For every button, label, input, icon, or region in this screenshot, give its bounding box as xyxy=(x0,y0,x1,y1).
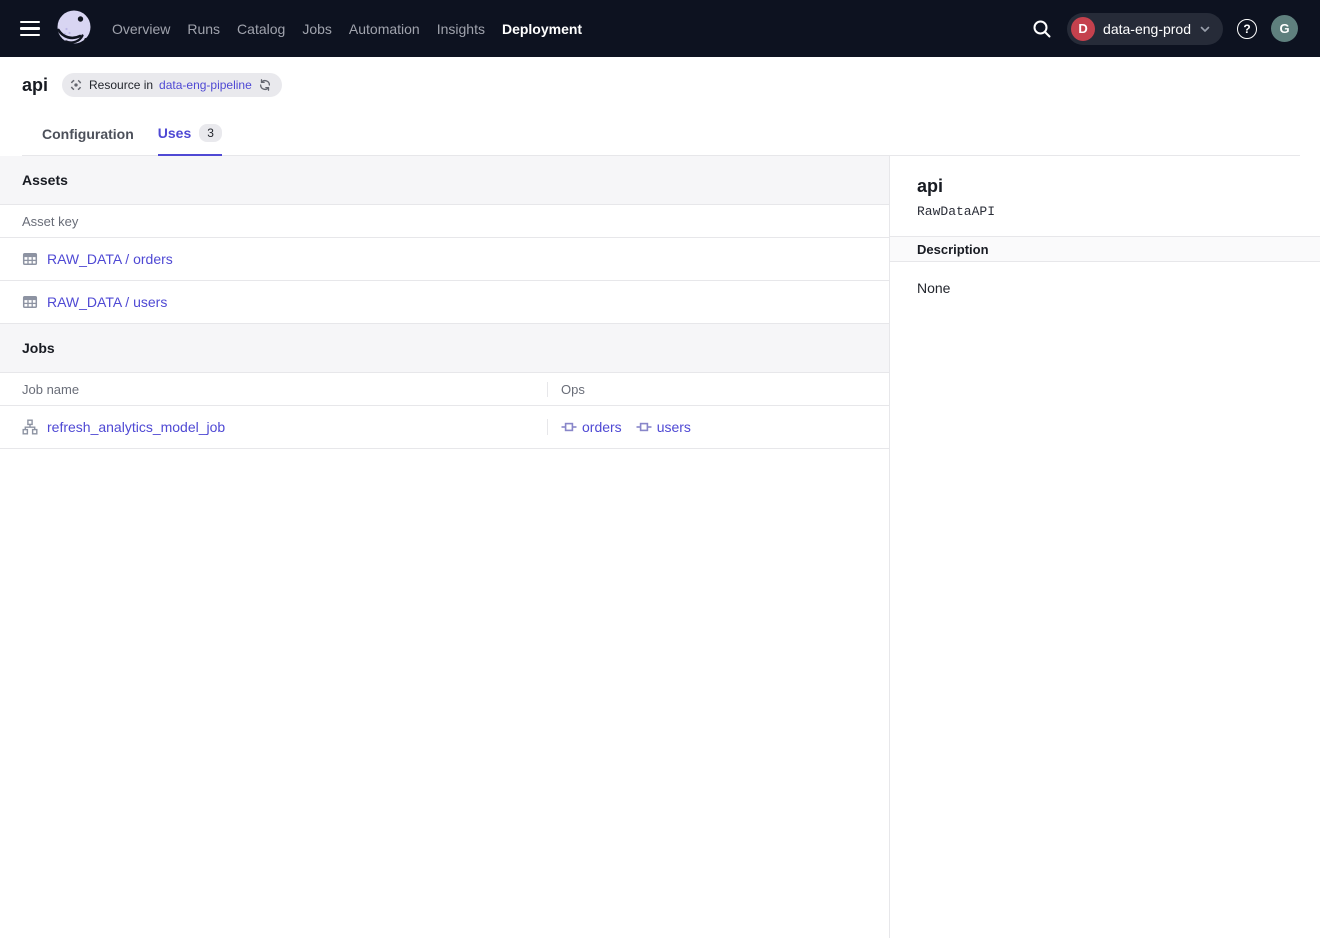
nav-item-overview[interactable]: Overview xyxy=(112,21,170,37)
table-row: refresh_analytics_model_job orders xyxy=(0,406,889,449)
assets-section-title: Assets xyxy=(22,172,68,188)
user-avatar[interactable]: G xyxy=(1271,15,1298,42)
op-link[interactable]: orders xyxy=(582,419,622,435)
resource-icon xyxy=(69,78,83,92)
dagster-logo[interactable] xyxy=(54,7,94,51)
op-link[interactable]: users xyxy=(657,419,691,435)
table-icon xyxy=(22,251,38,267)
help-icon[interactable]: ? xyxy=(1237,19,1257,39)
asset-key-column-header: Asset key xyxy=(0,214,78,229)
description-section-header: Description xyxy=(890,236,1320,262)
uses-count-badge: 3 xyxy=(199,124,222,142)
table-row: RAW_DATA / users xyxy=(0,281,889,324)
primary-nav-links: Overview Runs Catalog Jobs Automation In… xyxy=(112,21,582,37)
top-nav: Overview Runs Catalog Jobs Automation In… xyxy=(0,0,1320,57)
job-name-column-header: Job name xyxy=(0,382,547,397)
hamburger-menu-icon[interactable] xyxy=(20,21,40,36)
uses-panel: Assets Asset key RAW_DATA / orders xyxy=(0,156,890,938)
resource-context-badge: Resource in data-eng-pipeline xyxy=(62,73,282,97)
job-sitemap-icon xyxy=(22,419,38,435)
tab-uses-label: Uses xyxy=(158,125,191,141)
resource-detail-sidebar: api RawDataAPI Description None xyxy=(890,156,1320,938)
description-value: None xyxy=(890,262,1320,296)
nav-item-insights[interactable]: Insights xyxy=(437,21,485,37)
nav-item-catalog[interactable]: Catalog xyxy=(237,21,285,37)
table-icon xyxy=(22,294,38,310)
assets-section-header: Assets xyxy=(0,156,889,205)
jobs-section-title: Jobs xyxy=(22,340,55,356)
jobs-column-header-row: Job name Ops xyxy=(0,373,889,406)
op-chip: orders xyxy=(561,419,622,435)
nav-item-deployment[interactable]: Deployment xyxy=(502,21,582,37)
asset-link[interactable]: RAW_DATA / orders xyxy=(47,251,173,267)
nav-item-automation[interactable]: Automation xyxy=(349,21,420,37)
tab-bar: Configuration Uses 3 xyxy=(22,115,1300,156)
asset-link[interactable]: RAW_DATA / users xyxy=(47,294,167,310)
deployment-switcher-label: data-eng-prod xyxy=(1103,21,1191,37)
description-label: Description xyxy=(917,242,989,257)
reload-icon[interactable] xyxy=(258,78,272,92)
resource-badge-text: Resource in xyxy=(89,78,153,92)
tab-configuration[interactable]: Configuration xyxy=(42,126,134,156)
table-row: RAW_DATA / orders xyxy=(0,238,889,281)
assets-column-header-row: Asset key xyxy=(0,205,889,238)
nav-item-runs[interactable]: Runs xyxy=(187,21,220,37)
job-link[interactable]: refresh_analytics_model_job xyxy=(47,419,225,435)
sidebar-resource-type: RawDataAPI xyxy=(917,204,1296,219)
code-location-link[interactable]: data-eng-pipeline xyxy=(159,78,252,92)
nav-item-jobs[interactable]: Jobs xyxy=(302,21,332,37)
sidebar-resource-title: api xyxy=(917,176,1296,197)
nav-right-controls: D data-eng-prod ? G xyxy=(1031,13,1298,45)
op-node-icon xyxy=(636,419,652,435)
deployment-initial-badge: D xyxy=(1071,17,1095,41)
deployment-switcher[interactable]: D data-eng-prod xyxy=(1067,13,1223,45)
chevron-down-icon xyxy=(1199,23,1211,35)
tab-uses[interactable]: Uses 3 xyxy=(158,124,222,156)
jobs-section-header: Jobs xyxy=(0,324,889,373)
tab-configuration-label: Configuration xyxy=(42,126,134,142)
page-title: api xyxy=(22,75,48,96)
ops-column-header: Ops xyxy=(547,382,889,397)
op-node-icon xyxy=(561,419,577,435)
page-header: api Resource in data-eng-pipeline Config… xyxy=(0,57,1320,156)
op-chip: users xyxy=(636,419,691,435)
octopus-logo-icon xyxy=(54,7,94,51)
search-icon[interactable] xyxy=(1031,18,1053,40)
